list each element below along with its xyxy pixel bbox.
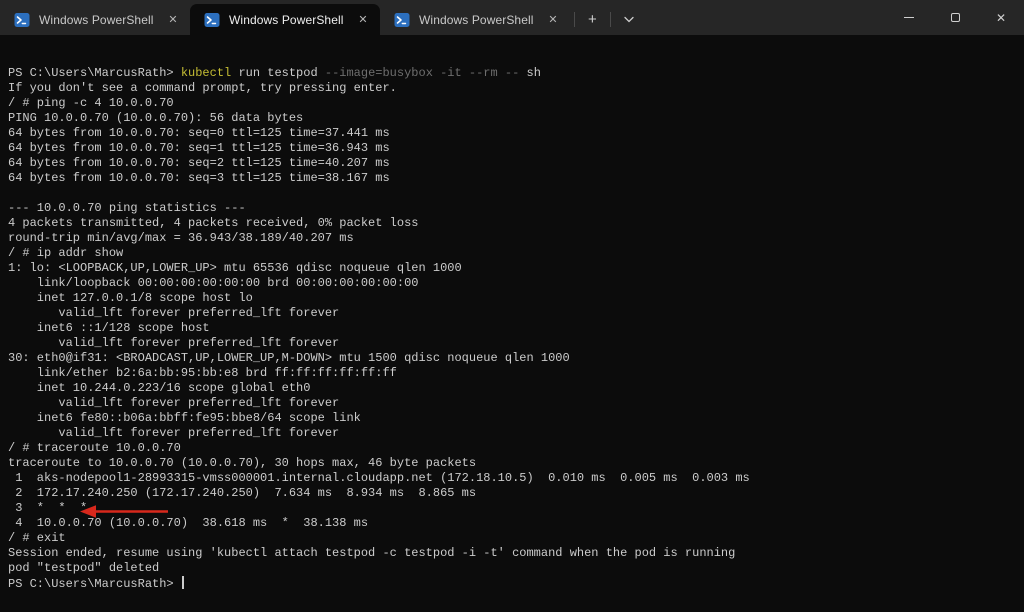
- terminal-line: inet6 ::1/128 scope host: [8, 321, 210, 335]
- maximize-button[interactable]: [932, 0, 978, 35]
- chevron-down-icon: [624, 16, 634, 22]
- terminal-line: 1: lo: <LOOPBACK,UP,LOWER_UP> mtu 65536 …: [8, 261, 462, 275]
- terminal-line: 4 10.0.0.70 (10.0.0.70) 38.618 ms * 38.1…: [8, 516, 369, 530]
- terminal-line: link/ether b2:6a:bb:95:bb:e8 brd ff:ff:f…: [8, 366, 397, 380]
- terminal-line: 64 bytes from 10.0.0.70: seq=0 ttl=125 t…: [8, 126, 390, 140]
- powershell-icon: [394, 12, 410, 27]
- tab-dropdown-button[interactable]: [615, 5, 643, 33]
- terminal-line: / # exit: [8, 531, 66, 545]
- terminal-line: 64 bytes from 10.0.0.70: seq=1 ttl=125 t…: [8, 141, 390, 155]
- terminal-line: valid_lft forever preferred_lft forever: [8, 396, 340, 410]
- tab-strip: Windows PowerShell ✕ Windows PowerShell …: [0, 0, 643, 35]
- powershell-icon: [204, 12, 220, 27]
- tab-windows-powershell-1[interactable]: Windows PowerShell ✕: [0, 4, 190, 35]
- terminal-line: 64 bytes from 10.0.0.70: seq=3 ttl=125 t…: [8, 171, 390, 185]
- terminal-line: If you don't see a command prompt, try p…: [8, 81, 397, 95]
- titlebar: Windows PowerShell ✕ Windows PowerShell …: [0, 0, 1024, 35]
- terminal-line: round-trip min/avg/max = 36.943/38.189/4…: [8, 231, 354, 245]
- terminal-line: / # ip addr show: [8, 246, 124, 260]
- terminal-line: / # ping -c 4 10.0.0.70: [8, 96, 174, 110]
- close-button[interactable]: ✕: [978, 0, 1024, 35]
- terminal-line: 64 bytes from 10.0.0.70: seq=2 ttl=125 t…: [8, 156, 390, 170]
- terminal-line: 1 aks-nodepool1-28993315-vmss000001.inte…: [8, 471, 750, 485]
- tab-close-icon[interactable]: ✕: [354, 11, 372, 29]
- terminal-output: PS C:\Users\MarcusRath> kubectl run test…: [8, 66, 1024, 591]
- terminal-line: Session ended, resume using 'kubectl att…: [8, 546, 736, 560]
- terminal-line: 2 172.17.240.250 (172.17.240.250) 7.634 …: [8, 486, 477, 500]
- terminal-line: valid_lft forever preferred_lft forever: [8, 336, 340, 350]
- tab-title: Windows PowerShell: [419, 12, 534, 27]
- window-controls: ✕: [886, 0, 1024, 35]
- terminal-line: --- 10.0.0.70 ping statistics ---: [8, 201, 246, 215]
- terminal-line: inet 127.0.0.1/8 scope host lo: [8, 291, 253, 305]
- terminal-line: valid_lft forever preferred_lft forever: [8, 306, 340, 320]
- tab-close-icon[interactable]: ✕: [544, 11, 562, 29]
- tab-title: Windows PowerShell: [39, 12, 154, 27]
- minimize-button[interactable]: [886, 0, 932, 35]
- terminal-line: traceroute to 10.0.0.70 (10.0.0.70), 30 …: [8, 456, 477, 470]
- terminal-line: 30: eth0@if31: <BROADCAST,UP,LOWER_UP,M-…: [8, 351, 570, 365]
- tab-windows-powershell-2-active[interactable]: Windows PowerShell ✕: [190, 4, 380, 35]
- tab-title: Windows PowerShell: [229, 12, 344, 27]
- terminal-line: PS C:\Users\MarcusRath> kubectl run test…: [8, 66, 541, 80]
- divider: [574, 12, 575, 27]
- powershell-icon: [14, 12, 30, 27]
- terminal-line: valid_lft forever preferred_lft forever: [8, 426, 340, 440]
- terminal-line: link/loopback 00:00:00:00:00:00 brd 00:0…: [8, 276, 419, 290]
- new-tab-button[interactable]: +: [579, 5, 606, 33]
- terminal-line: pod "testpod" deleted: [8, 561, 160, 575]
- divider: [609, 12, 611, 27]
- tab-windows-powershell-3[interactable]: Windows PowerShell ✕: [380, 4, 570, 35]
- terminal-line: / # traceroute 10.0.0.70: [8, 441, 181, 455]
- terminal-line: PS C:\Users\MarcusRath>: [8, 576, 1024, 591]
- maximize-icon: [950, 13, 960, 22]
- text-cursor: [181, 576, 184, 589]
- close-icon: ✕: [995, 10, 1007, 25]
- terminal-line: PING 10.0.0.70 (10.0.0.70): 56 data byte…: [8, 111, 304, 125]
- terminal-line: 4 packets transmitted, 4 packets receive…: [8, 216, 419, 230]
- terminal-viewport[interactable]: PS C:\Users\MarcusRath> kubectl run test…: [0, 35, 1024, 612]
- minimize-icon: [904, 17, 914, 18]
- terminal-line: inet 10.244.0.223/16 scope global eth0: [8, 381, 311, 395]
- tab-close-icon[interactable]: ✕: [164, 11, 182, 29]
- terminal-line: inet6 fe80::b06a:bbff:fe95:bbe8/64 scope…: [8, 411, 361, 425]
- terminal-line: 3 * * *: [8, 501, 88, 515]
